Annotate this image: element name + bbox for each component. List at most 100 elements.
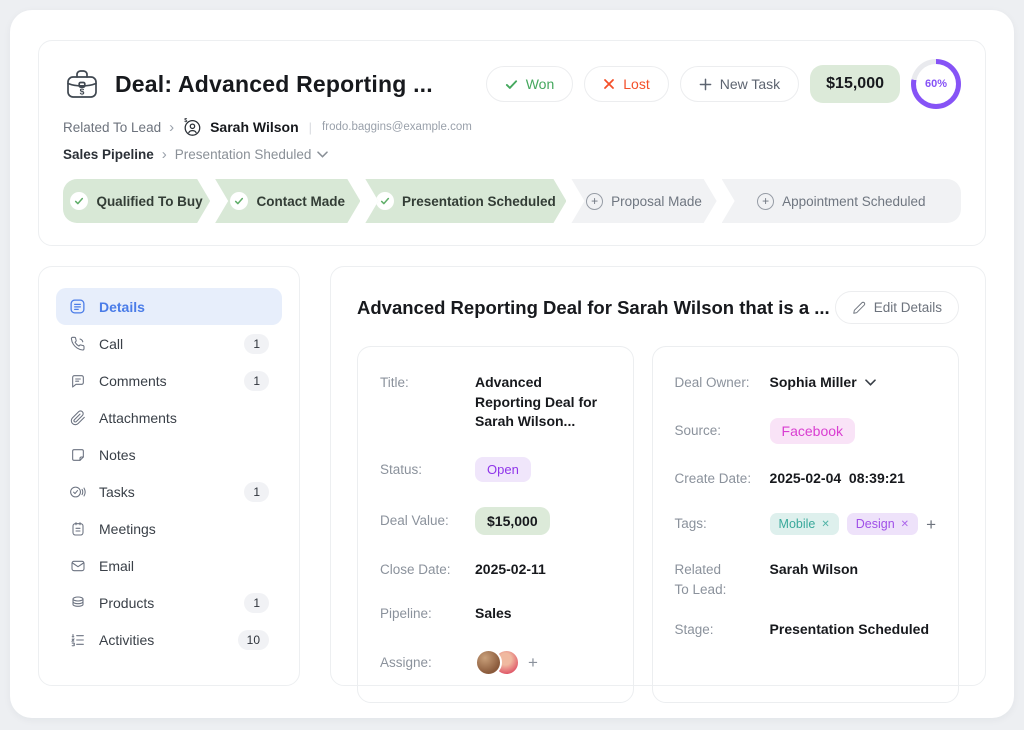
- stage-presentation-scheduled[interactable]: Presentation Scheduled: [365, 179, 566, 223]
- field-title: Title: Advanced Reporting Deal for Sarah…: [380, 373, 611, 432]
- field-label: Assigne:: [380, 653, 475, 673]
- comment-icon: [69, 373, 86, 389]
- sidebar-item-label: Comments: [99, 373, 167, 389]
- field-label: Status:: [380, 460, 475, 480]
- lead-person-icon: $: [182, 117, 202, 137]
- sidebar-item-label: Products: [99, 595, 154, 611]
- sidebar-item-label: Email: [99, 558, 134, 574]
- stage-plus-icon: +: [757, 193, 774, 210]
- pipeline-stage-bar: Qualified To Buy Contact Made Presentati…: [63, 179, 961, 223]
- sidebar-item-call[interactable]: Call 1: [56, 325, 282, 362]
- add-assignee-button[interactable]: +: [528, 654, 538, 671]
- sidebar-item-products[interactable]: Products 1: [56, 584, 282, 621]
- sidebar-item-comments[interactable]: Comments 1: [56, 362, 282, 399]
- stage-check-icon: [376, 192, 394, 210]
- lead-name[interactable]: Sarah Wilson: [210, 119, 299, 135]
- field-value: Presentation Scheduled: [770, 620, 929, 640]
- task-check-icon: [69, 484, 86, 500]
- remove-tag-icon[interactable]: ✕: [901, 519, 909, 530]
- field-assigne: Assigne: +: [380, 649, 611, 676]
- field-value: 2025-02-04 08:39:21: [770, 469, 905, 489]
- remove-tag-icon[interactable]: ✕: [821, 519, 829, 530]
- field-label: Source:: [675, 421, 770, 441]
- field-label: Pipeline:: [380, 604, 475, 624]
- sidebar-item-label: Details: [99, 299, 145, 315]
- chevron-down-icon: [865, 379, 876, 386]
- numbered-list-icon: [69, 632, 86, 648]
- field-value: Sales: [475, 604, 512, 624]
- stage-label: Appointment Scheduled: [782, 194, 925, 209]
- field-label: Title:: [380, 373, 475, 393]
- detail-sidebar: Details Call 1 Comments 1 Attac: [38, 266, 300, 686]
- clipboard-icon: [69, 521, 86, 537]
- deal-detail-panel: Advanced Reporting Deal for Sarah Wilson…: [330, 266, 986, 686]
- sidebar-item-details[interactable]: Details: [56, 288, 282, 325]
- sidebar-item-attachments[interactable]: Attachments: [56, 399, 282, 436]
- stage-label: Presentation Scheduled: [402, 194, 556, 209]
- stack-icon: [69, 595, 86, 611]
- deal-amount-badge: $15,000: [810, 65, 900, 103]
- new-task-label: New Task: [720, 76, 780, 92]
- stage-proposal-made[interactable]: + Proposal Made: [571, 179, 716, 223]
- note-icon: [69, 447, 86, 463]
- chevron-down-icon: [317, 151, 328, 158]
- tag-design: Design ✕: [847, 513, 918, 535]
- deal-meta-card: Deal Owner: Sophia Miller Source: Facebo…: [652, 346, 959, 703]
- deal-summary-card: Title: Advanced Reporting Deal for Sarah…: [357, 346, 634, 703]
- lost-button[interactable]: Lost: [584, 66, 668, 102]
- stage-dropdown[interactable]: Presentation Sheduled: [175, 147, 329, 162]
- chevron-right-icon: ›: [169, 120, 174, 135]
- field-stage: Stage: Presentation Scheduled: [675, 620, 936, 640]
- sidebar-item-label: Activities: [99, 632, 154, 648]
- count-badge: 1: [244, 593, 269, 613]
- stage-appointment-scheduled[interactable]: + Appointment Scheduled: [722, 179, 961, 223]
- count-badge: 1: [244, 334, 269, 354]
- avatar[interactable]: [475, 649, 502, 676]
- field-related-to-lead: Related To Lead: Sarah Wilson: [675, 560, 936, 599]
- field-pipeline: Pipeline: Sales: [380, 604, 611, 624]
- deal-header-card: $ Deal: Advanced Reporting ... Won Lost …: [38, 40, 986, 246]
- add-tag-button[interactable]: +: [926, 516, 936, 533]
- plus-icon: [699, 78, 712, 91]
- stage-plus-icon: +: [586, 193, 603, 210]
- deal-owner-value: Sophia Miller: [770, 373, 857, 393]
- sidebar-item-label: Meetings: [99, 521, 156, 537]
- count-badge: 1: [244, 371, 269, 391]
- edit-details-button[interactable]: Edit Details: [835, 291, 959, 324]
- chevron-right-icon: ›: [162, 147, 167, 162]
- field-label: Stage:: [675, 620, 770, 640]
- lost-label: Lost: [623, 76, 649, 92]
- field-value: 2025-02-11: [475, 560, 546, 580]
- pipeline-name[interactable]: Sales Pipeline: [63, 147, 154, 162]
- field-source: Source: Facebook: [675, 418, 936, 444]
- breadcrumb-related-to-lead[interactable]: Related To Lead: [63, 120, 161, 135]
- envelope-icon: [69, 558, 86, 574]
- deal-owner-dropdown[interactable]: Sophia Miller: [770, 373, 876, 393]
- sidebar-item-meetings[interactable]: Meetings: [56, 510, 282, 547]
- progress-ring: 60%: [911, 59, 961, 109]
- stage-check-icon: [70, 192, 88, 210]
- breadcrumb: Related To Lead › $ Sarah Wilson | frodo…: [63, 117, 961, 137]
- deal-page: $ Deal: Advanced Reporting ... Won Lost …: [10, 10, 1014, 718]
- sidebar-item-notes[interactable]: Notes: [56, 436, 282, 473]
- won-button[interactable]: Won: [486, 66, 574, 102]
- stage-dropdown-value: Presentation Sheduled: [175, 147, 312, 162]
- field-label: Close Date:: [380, 560, 475, 580]
- pipeline-breadcrumb: Sales Pipeline › Presentation Sheduled: [63, 147, 961, 162]
- field-create-date: Create Date: 2025-02-04 08:39:21: [675, 469, 936, 489]
- sidebar-item-tasks[interactable]: Tasks 1: [56, 473, 282, 510]
- field-label: Create Date:: [675, 469, 770, 489]
- sidebar-item-activities[interactable]: Activities 10: [56, 621, 282, 658]
- new-task-button[interactable]: New Task: [680, 66, 799, 102]
- count-badge: 1: [244, 482, 269, 502]
- deal-detail-title: Advanced Reporting Deal for Sarah Wilson…: [357, 297, 830, 319]
- source-badge: Facebook: [770, 418, 855, 444]
- tag-mobile: Mobile ✕: [770, 513, 839, 535]
- stage-label: Proposal Made: [611, 194, 702, 209]
- sidebar-item-email[interactable]: Email: [56, 547, 282, 584]
- stage-qualified-to-buy[interactable]: Qualified To Buy: [63, 179, 210, 223]
- stage-contact-made[interactable]: Contact Made: [215, 179, 360, 223]
- sidebar-item-label: Call: [99, 336, 123, 352]
- paperclip-icon: [69, 410, 86, 426]
- divider: |: [309, 120, 312, 135]
